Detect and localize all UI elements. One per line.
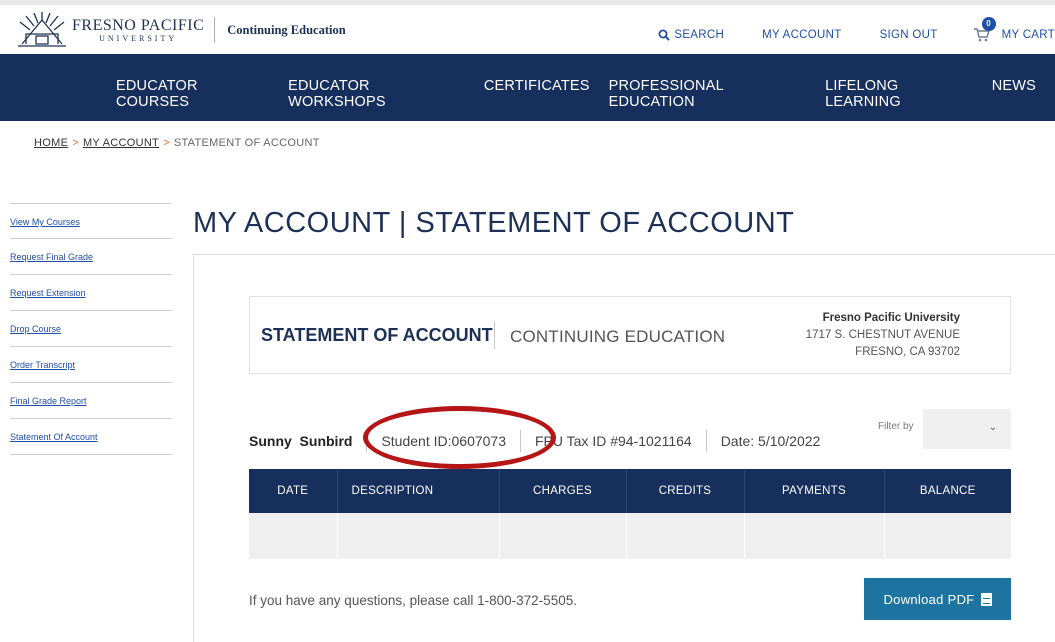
table-cell — [744, 513, 885, 559]
table-cell — [499, 513, 627, 559]
sidebar-item-request-extension[interactable]: Request Extension — [10, 275, 172, 311]
filter-select[interactable]: ⌄ — [923, 409, 1011, 449]
university-seal-icon — [18, 12, 66, 47]
chevron-down-icon: ⌄ — [988, 422, 997, 433]
statement-date: Date: 5/10/2022 — [720, 433, 821, 449]
breadcrumb-my-account[interactable]: MY ACCOUNT — [83, 137, 159, 149]
cart-label: MY CART — [1001, 29, 1055, 41]
nav-professional-education[interactable]: PROFESSIONAL EDUCATION — [609, 78, 806, 110]
table-cell — [337, 513, 500, 559]
sidebar-item-statement-of-account[interactable]: Statement Of Account — [10, 419, 172, 455]
table-header-row: DATE DESCRIPTION CHARGES CREDITS PAYMENT… — [249, 469, 1011, 513]
table-cell — [626, 513, 745, 559]
download-pdf-button[interactable]: Download PDF — [864, 578, 1011, 620]
address-line-1: 1717 S. CHESTNUT AVENUE — [805, 329, 960, 341]
top-header: FRESNO PACIFIC UNIVERSITY Continuing Edu… — [0, 0, 1055, 54]
logo-name: FRESNO PACIFIC — [72, 16, 205, 34]
main-nav: EDUCATOR COURSES EDUCATOR WORKSHOPS CERT… — [0, 54, 1055, 121]
column-header-credits: CREDITS — [626, 469, 745, 513]
download-pdf-label: Download PDF — [883, 591, 975, 607]
cart-count-badge: 0 — [981, 17, 996, 31]
table-row — [249, 513, 1011, 559]
student-name: Sunny Sunbird — [249, 433, 353, 449]
page-title: MY ACCOUNT | STATEMENT OF ACCOUNT — [193, 207, 795, 239]
search-icon — [658, 29, 671, 41]
pdf-file-icon — [980, 592, 992, 606]
column-header-description: DESCRIPTION — [337, 469, 500, 513]
nav-educator-workshops[interactable]: EDUCATOR WORKSHOPS — [288, 78, 465, 110]
column-header-charges: CHARGES — [499, 469, 627, 513]
search-link[interactable]: SEARCH — [658, 29, 724, 41]
logo-wordmark: FRESNO PACIFIC UNIVERSITY — [72, 16, 205, 43]
nav-certificates[interactable]: CERTIFICATES — [484, 78, 590, 110]
sidebar-item-final-grade-report[interactable]: Final Grade Report — [10, 383, 172, 419]
breadcrumb: HOME > MY ACCOUNT > STATEMENT OF ACCOUNT — [34, 137, 320, 149]
info-separator — [705, 430, 707, 452]
breadcrumb-separator: > — [163, 137, 170, 149]
nav-lifelong-learning[interactable]: LIFELONG LEARNING — [825, 78, 973, 110]
logo-divider — [214, 17, 216, 43]
sign-out-link[interactable]: SIGN OUT — [880, 29, 938, 41]
sidebar-item-drop-course[interactable]: Drop Course — [10, 311, 172, 347]
table-cell — [884, 513, 1011, 559]
statement-header-box: STATEMENT OF ACCOUNT CONTINUING EDUCATIO… — [249, 296, 1011, 374]
cart-link[interactable]: 0 MY CART — [973, 17, 1055, 42]
address-line-2: FRESNO, CA 93702 — [855, 346, 960, 358]
statement-divider — [494, 321, 495, 349]
breadcrumb-home[interactable]: HOME — [34, 137, 68, 149]
my-account-link[interactable]: MY ACCOUNT — [762, 29, 841, 41]
university-logo[interactable]: FRESNO PACIFIC UNIVERSITY Continuing Edu… — [16, 10, 346, 50]
highlight-ellipse — [363, 406, 556, 469]
filter-label: Filter by — [878, 421, 914, 432]
division-label[interactable]: Continuing Education — [227, 23, 345, 38]
table-cell — [249, 513, 338, 559]
account-sidebar: View My Courses Request Final Grade Requ… — [10, 203, 172, 455]
search-label: SEARCH — [674, 29, 725, 41]
column-header-balance: BALANCE — [884, 469, 1011, 513]
nav-news[interactable]: NEWS — [992, 78, 1036, 110]
column-header-payments: PAYMENTS — [744, 469, 885, 513]
logo-subtitle: UNIVERSITY — [99, 33, 178, 43]
statement-title: STATEMENT OF ACCOUNT — [261, 325, 493, 345]
statement-table: DATE DESCRIPTION CHARGES CREDITS PAYMENT… — [249, 469, 1011, 559]
contact-note: If you have any questions, please call 1… — [249, 593, 577, 608]
breadcrumb-current: STATEMENT OF ACCOUNT — [173, 137, 320, 149]
sidebar-item-request-final-grade[interactable]: Request Final Grade — [10, 239, 172, 275]
sidebar-item-order-transcript[interactable]: Order Transcript — [10, 347, 172, 383]
sidebar-item-view-my-courses[interactable]: View My Courses — [10, 203, 172, 239]
utility-links: SEARCH MY ACCOUNT SIGN OUT 0 MY CART — [658, 17, 1055, 42]
university-address: Fresno Pacific University 1717 S. CHESTN… — [806, 310, 960, 361]
university-name: Fresno Pacific University — [822, 312, 960, 324]
column-header-date: DATE — [249, 469, 338, 513]
breadcrumb-separator: > — [72, 137, 79, 149]
tax-id: FPU Tax ID #94-1021164 — [535, 433, 692, 449]
statement-subtitle: CONTINUING EDUCATION — [510, 327, 726, 346]
nav-educator-courses[interactable]: EDUCATOR COURSES — [116, 78, 269, 110]
